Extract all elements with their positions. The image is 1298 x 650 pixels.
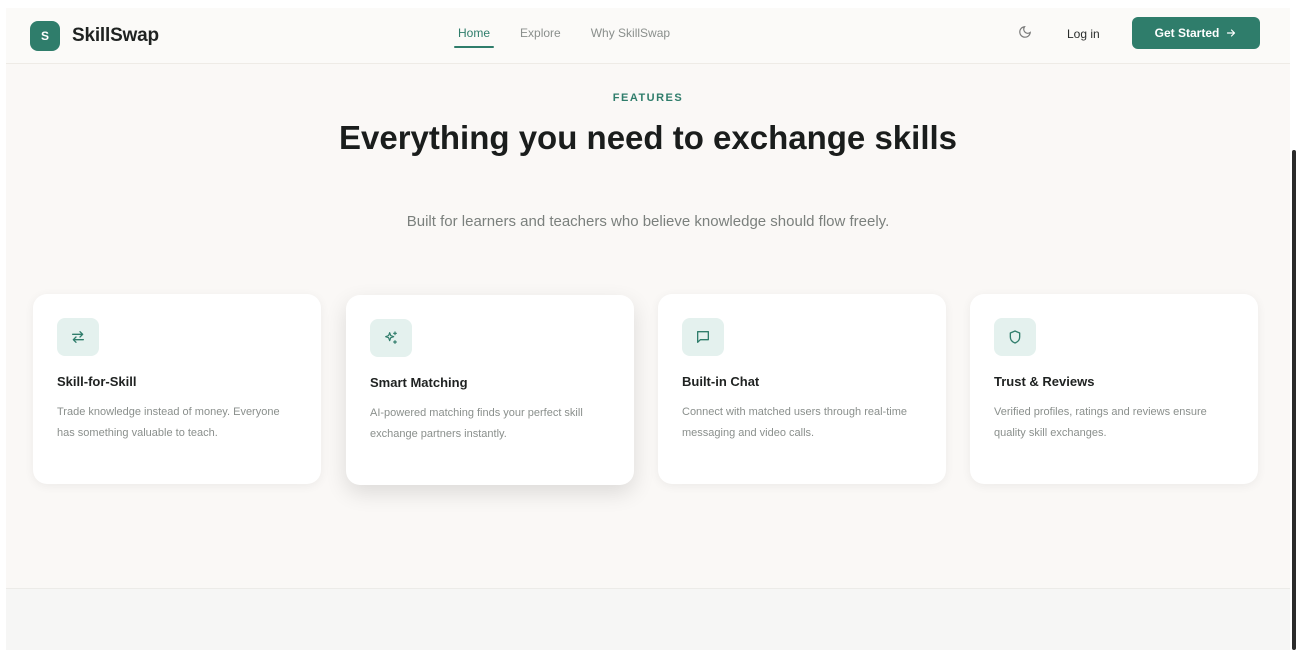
login-link[interactable]: Log in xyxy=(1067,27,1100,41)
feature-title: Smart Matching xyxy=(370,375,468,390)
top-nav: S SkillSwap Home Explore Why SkillSwap L… xyxy=(6,8,1290,64)
next-section-band xyxy=(6,588,1290,650)
shield-icon xyxy=(994,318,1036,356)
brand-badge: S xyxy=(30,21,60,51)
feature-card-smart-matching: Smart Matching AI-powered matching finds… xyxy=(346,295,634,485)
feature-title: Trust & Reviews xyxy=(994,374,1095,389)
section-title: Everything you need to exchange skills xyxy=(338,119,958,156)
get-started-button[interactable]: Get Started xyxy=(1132,17,1260,49)
chat-bubble-icon xyxy=(682,318,724,356)
page: S SkillSwap Home Explore Why SkillSwap L… xyxy=(6,8,1290,650)
brand-logo[interactable]: S SkillSwap xyxy=(30,21,159,51)
nav-links: Home Explore Why SkillSwap xyxy=(453,26,670,48)
arrow-right-icon xyxy=(1227,29,1236,37)
scrollbar-thumb[interactable] xyxy=(1292,150,1296,650)
feature-description: AI-powered matching finds your perfect s… xyxy=(370,407,583,440)
nav-link-explore[interactable]: Explore xyxy=(520,26,561,48)
nav-link-why-skillswap[interactable]: Why SkillSwap xyxy=(591,26,670,48)
feature-title: Skill-for-Skill xyxy=(57,374,137,389)
section-eyebrow: FEATURES xyxy=(612,92,684,104)
feature-card-skill-for-skill: Skill-for-Skill Trade knowledge instead … xyxy=(33,294,321,484)
feature-title: Built-in Chat xyxy=(682,374,760,389)
feature-card-trust-reviews: Trust & Reviews Verified profiles, ratin… xyxy=(970,294,1258,484)
swap-arrows-icon xyxy=(57,318,99,356)
feature-description: Verified profiles, ratings and reviews e… xyxy=(994,406,1207,439)
moon-icon[interactable] xyxy=(1018,25,1032,42)
section-subtitle: Built for learners and teachers who beli… xyxy=(406,213,890,230)
get-started-label: Get Started xyxy=(1154,26,1220,40)
feature-description: Trade knowledge instead of money. Everyo… xyxy=(57,406,280,439)
nav-link-home[interactable]: Home xyxy=(453,26,495,48)
feature-card-built-in-chat: Built-in Chat Connect with matched users… xyxy=(658,294,946,484)
feature-description: Connect with matched users through real-… xyxy=(682,406,907,439)
sparkles-icon xyxy=(370,319,412,357)
brand-name: SkillSwap xyxy=(72,25,159,46)
